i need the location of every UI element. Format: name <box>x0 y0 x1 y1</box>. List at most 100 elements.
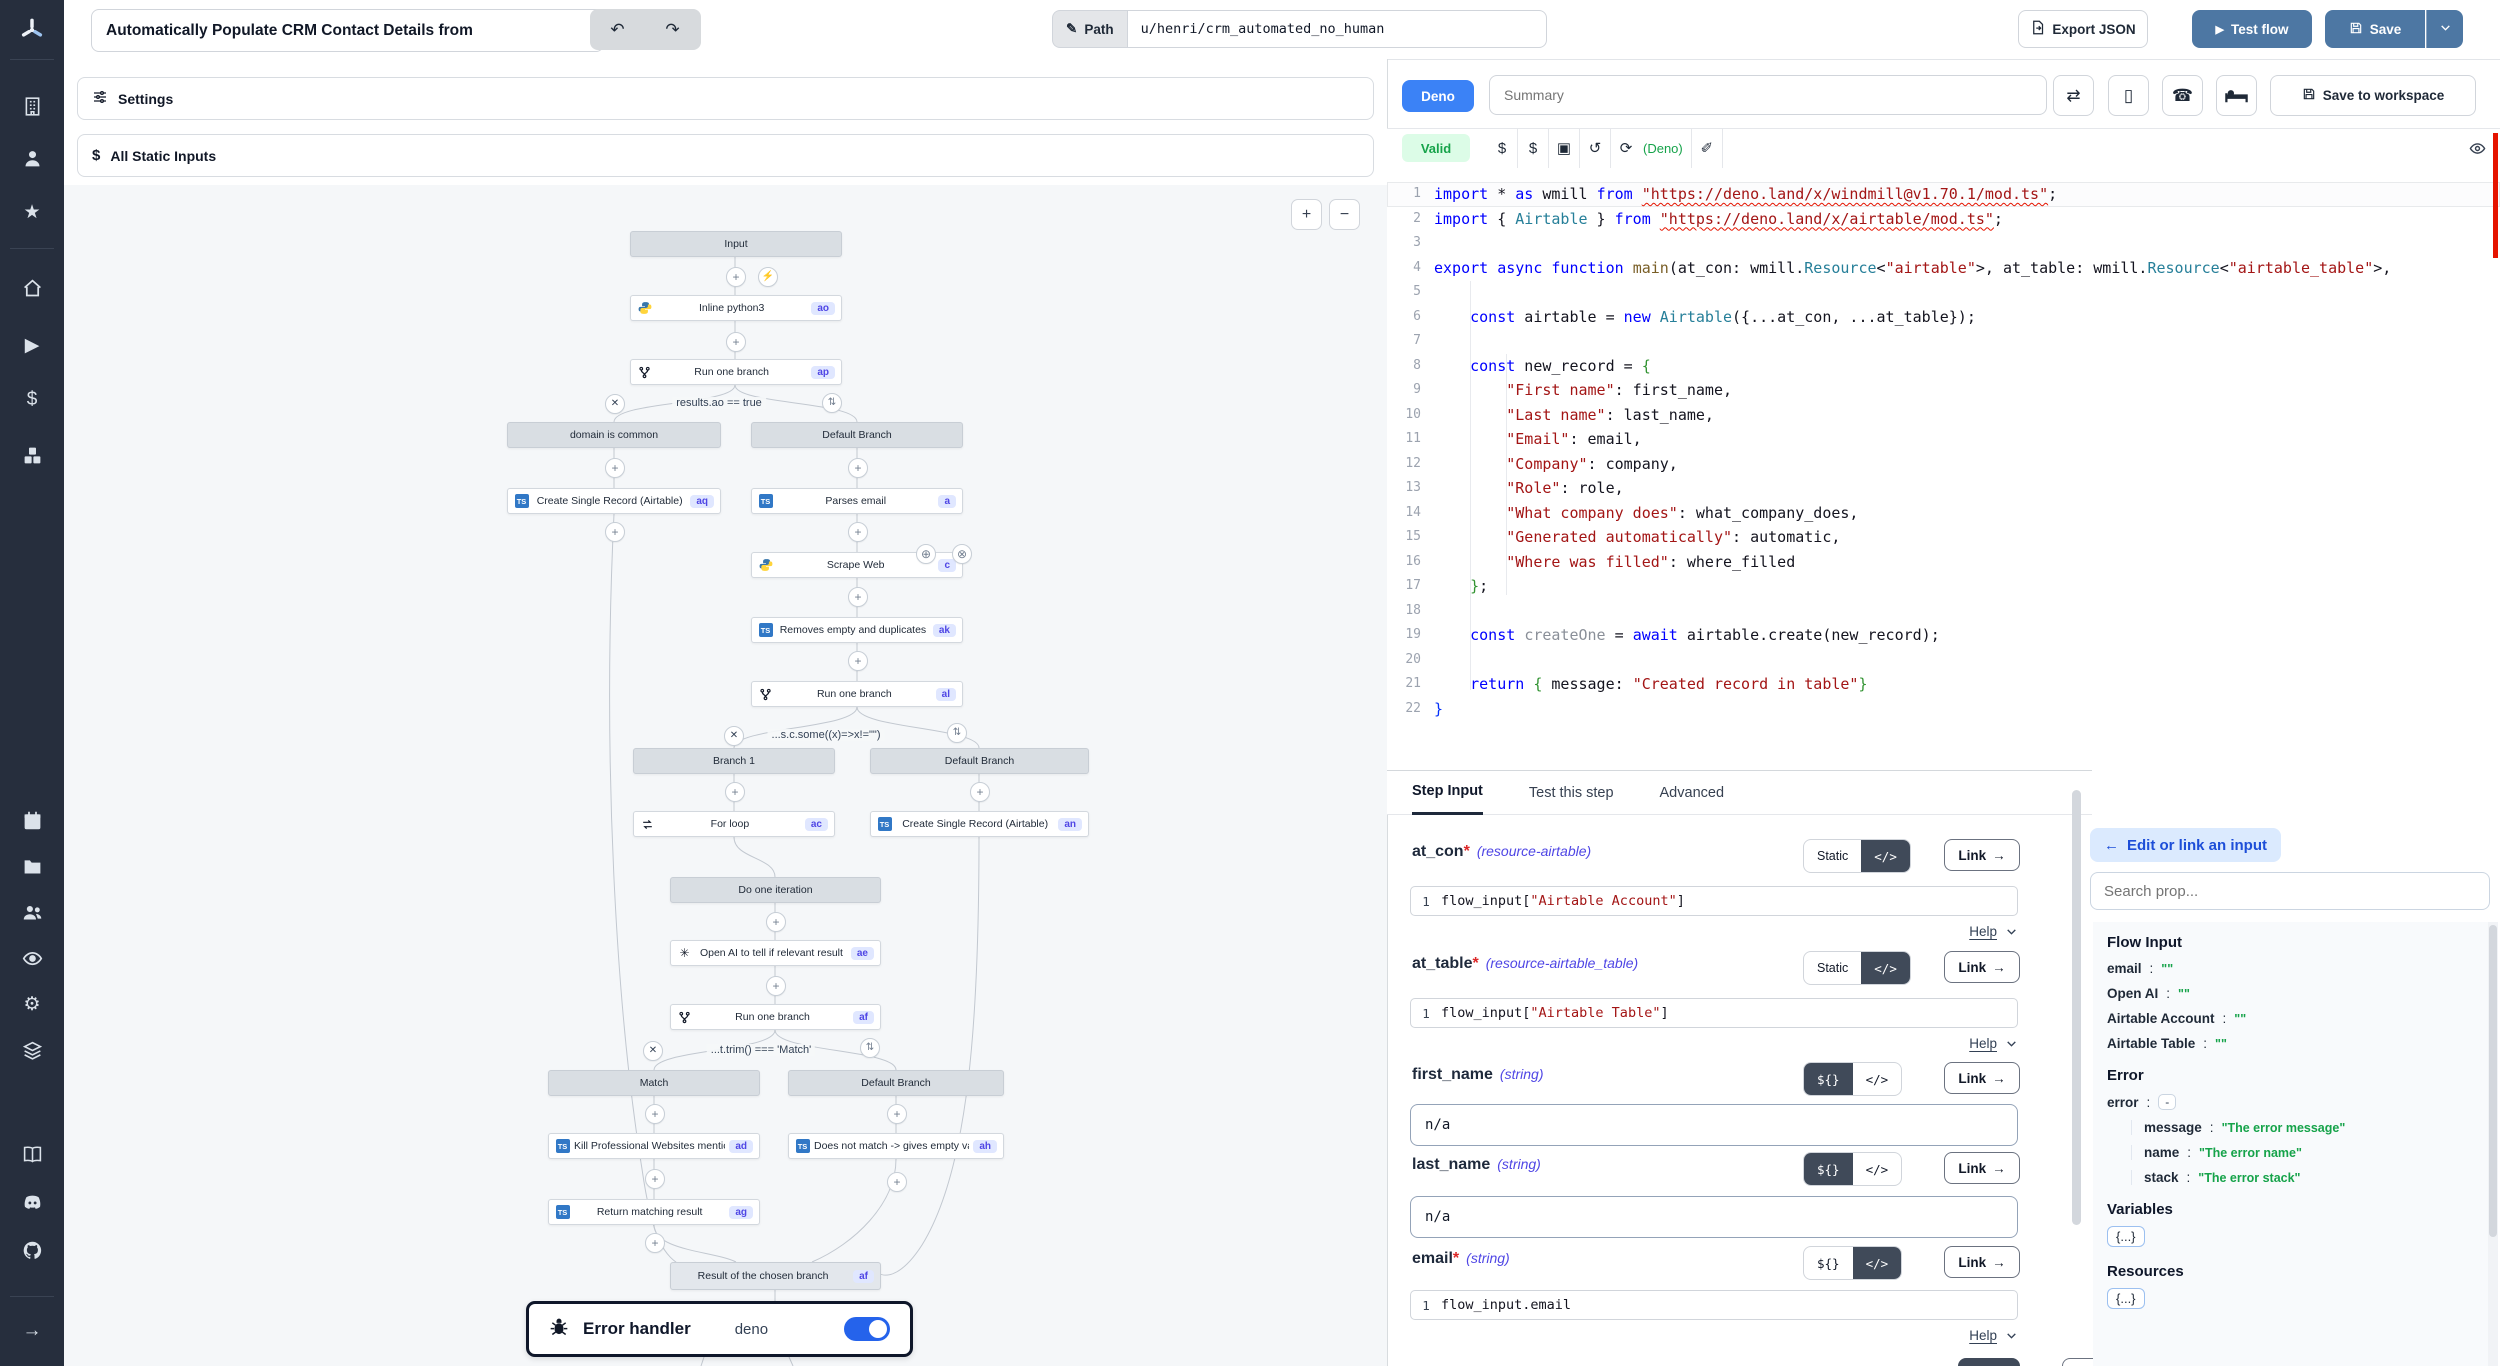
dollar-icon[interactable]: $ <box>1487 140 1517 157</box>
trigger-icon[interactable]: ⚡ <box>758 267 778 287</box>
code-mode-segment[interactable]: </> <box>1853 1063 1902 1095</box>
flow-title-input[interactable] <box>91 9 604 52</box>
flow-node-do-one-iteration[interactable]: Do one iteration <box>670 877 881 903</box>
input-mode-toggle-first_name[interactable]: ${}</> <box>1803 1062 1902 1096</box>
help-link-at_table[interactable]: Help <box>1890 1036 2018 1051</box>
tab-advanced[interactable]: Advanced <box>1660 770 1725 815</box>
code-mode-segment[interactable]: </> <box>1861 952 1910 984</box>
cube-icon[interactable]: ▣ <box>1549 139 1579 157</box>
star-icon[interactable]: ★ <box>0 194 64 230</box>
prop-item-email[interactable]: email:"" <box>2107 961 2474 976</box>
expression-editor-at_table[interactable]: 1flow_input["Airtable Table"] <box>1410 998 2018 1028</box>
user-icon[interactable] <box>0 140 64 176</box>
path-edit-button[interactable]: ✎ Path <box>1052 10 1127 48</box>
flow-node-kill-professional-websites-mentions[interactable]: TSKill Professional Websites mentionsad <box>548 1133 760 1159</box>
object-chip-resources[interactable]: {...} <box>2107 1288 2145 1309</box>
field-row-partial-toggle[interactable] <box>1958 1358 2020 1366</box>
insert-step-icon[interactable]: + <box>645 1169 665 1189</box>
summary-input[interactable] <box>1489 75 2047 115</box>
value-input-first_name[interactable] <box>1410 1104 2018 1146</box>
prop-item-airtable-table[interactable]: Airtable Table:"" <box>2107 1036 2474 1051</box>
dollar-icon[interactable]: $ <box>1518 140 1548 157</box>
static-mode-segment[interactable]: ${} <box>1804 1247 1853 1279</box>
github-icon[interactable] <box>0 1232 64 1268</box>
link-button-at_table[interactable]: Link→ <box>1944 951 2020 983</box>
input-mode-toggle-at_con[interactable]: Static</> <box>1803 839 1911 873</box>
swap-branches-icon[interactable]: ⇅ <box>860 1038 880 1058</box>
remove-branch-icon[interactable]: ✕ <box>605 394 625 414</box>
flow-node-create-single-record-airtable[interactable]: TSCreate Single Record (Airtable)an <box>870 811 1089 837</box>
help-link-at_con[interactable]: Help <box>1890 924 2018 939</box>
code-editor[interactable]: 1import * as wmill from "https://deno.la… <box>1387 168 2500 784</box>
phone-icon[interactable]: ☎ <box>2162 75 2203 116</box>
flow-node-removes-empty-and-duplicates[interactable]: TSRemoves empty and duplicatesak <box>751 617 963 643</box>
calendar-icon[interactable] <box>0 802 64 838</box>
insert-step-icon[interactable]: + <box>726 267 746 287</box>
mobile-icon[interactable]: ▯ <box>2108 75 2149 116</box>
expression-editor-at_con[interactable]: 1flow_input["Airtable Account"] <box>1410 886 2018 916</box>
eye-icon[interactable] <box>2462 140 2492 157</box>
discord-icon[interactable] <box>0 1184 64 1220</box>
form-scrollbar[interactable] <box>2072 790 2081 1225</box>
flow-node-run-one-branch[interactable]: Run one branchal <box>751 681 963 707</box>
folder-icon[interactable] <box>0 848 64 884</box>
export-json-button[interactable]: Export JSON <box>2018 10 2148 48</box>
flow-node-branch-1[interactable]: Branch 1 <box>633 748 835 774</box>
flow-node-input[interactable]: Input <box>630 231 842 257</box>
flow-node-inline-python3[interactable]: Inline python3ao <box>630 295 842 321</box>
flow-node-match[interactable]: Match <box>548 1070 760 1096</box>
cubes-icon[interactable] <box>0 437 64 473</box>
undo-icon[interactable]: ↺ <box>1580 139 1610 157</box>
static-mode-segment[interactable]: Static <box>1804 840 1861 872</box>
input-mode-toggle-last_name[interactable]: ${}</> <box>1803 1152 1902 1186</box>
link-button-at_con[interactable]: Link→ <box>1944 839 2020 871</box>
sync-icon[interactable]: ⇄ <box>2053 75 2094 116</box>
layers-icon[interactable] <box>0 1032 64 1068</box>
object-chip-variables[interactable]: {...} <box>2107 1226 2145 1247</box>
flow-node-run-one-branch[interactable]: Run one branchaf <box>670 1004 881 1030</box>
path-input[interactable] <box>1127 10 1547 48</box>
help-link-email[interactable]: Help <box>1890 1328 2018 1343</box>
home-icon[interactable] <box>0 270 64 306</box>
move-step-icon[interactable]: ⊕ <box>916 544 936 564</box>
save-to-workspace-button[interactable]: Save to workspace <box>2270 75 2476 116</box>
insert-step-icon[interactable]: + <box>766 912 786 932</box>
insert-step-icon[interactable]: + <box>725 782 745 802</box>
swap-branches-icon[interactable]: ⇅ <box>947 723 967 743</box>
search-prop-input[interactable] <box>2090 872 2490 910</box>
insert-step-icon[interactable]: + <box>970 782 990 802</box>
input-mode-toggle-email[interactable]: ${}</> <box>1803 1246 1902 1280</box>
flow-node-domain-is-common[interactable]: domain is common <box>507 422 721 448</box>
reload-icon[interactable]: ⟳ <box>1611 139 1641 157</box>
tab-step-input[interactable]: Step Input <box>1412 770 1483 815</box>
remove-branch-icon[interactable]: ✕ <box>643 1041 663 1061</box>
flow-node-create-single-record-airtable[interactable]: TSCreate Single Record (Airtable)aq <box>507 488 721 514</box>
play-icon[interactable]: ▶ <box>0 327 64 363</box>
flow-node-default-branch[interactable]: Default Branch <box>870 748 1089 774</box>
remove-branch-icon[interactable]: ✕ <box>724 726 744 746</box>
test-flow-button[interactable]: ▶ Test flow <box>2192 10 2312 48</box>
gear-icon[interactable]: ⚙ <box>0 986 64 1022</box>
code-mode-segment[interactable]: </> <box>1861 840 1910 872</box>
expression-editor-email[interactable]: 1flow_input.email <box>1410 1290 2018 1320</box>
insert-step-icon[interactable]: + <box>605 458 625 478</box>
error-handler-toggle[interactable] <box>844 1317 890 1341</box>
insert-step-icon[interactable]: + <box>848 522 868 542</box>
insert-step-icon[interactable]: + <box>887 1104 907 1124</box>
dollar-icon[interactable]: $ <box>0 382 64 418</box>
flow-node-parses-email[interactable]: TSParses emaila <box>751 488 963 514</box>
flow-node-default-branch[interactable]: Default Branch <box>751 422 963 448</box>
insert-step-icon[interactable]: + <box>766 976 786 996</box>
insert-step-icon[interactable]: + <box>848 458 868 478</box>
flow-node-for-loop[interactable]: For loopac <box>633 811 835 837</box>
prop-item-stack[interactable]: stack:"The error stack" <box>2131 1170 2474 1185</box>
book-icon[interactable] <box>0 1136 64 1172</box>
prop-item-open-ai[interactable]: Open AI:"" <box>2107 986 2474 1001</box>
link-button-first_name[interactable]: Link→ <box>1944 1062 2020 1094</box>
link-button-email[interactable]: Link→ <box>1944 1246 2020 1278</box>
flow-node-does-not-match-gives-empty-value[interactable]: TSDoes not match -> gives empty valueah <box>788 1133 1004 1159</box>
insert-step-icon[interactable]: + <box>848 651 868 671</box>
flow-node-default-branch[interactable]: Default Branch <box>788 1070 1004 1096</box>
link-button-last_name[interactable]: Link→ <box>1944 1152 2020 1184</box>
code-mode-segment[interactable]: </> <box>1853 1153 1902 1185</box>
